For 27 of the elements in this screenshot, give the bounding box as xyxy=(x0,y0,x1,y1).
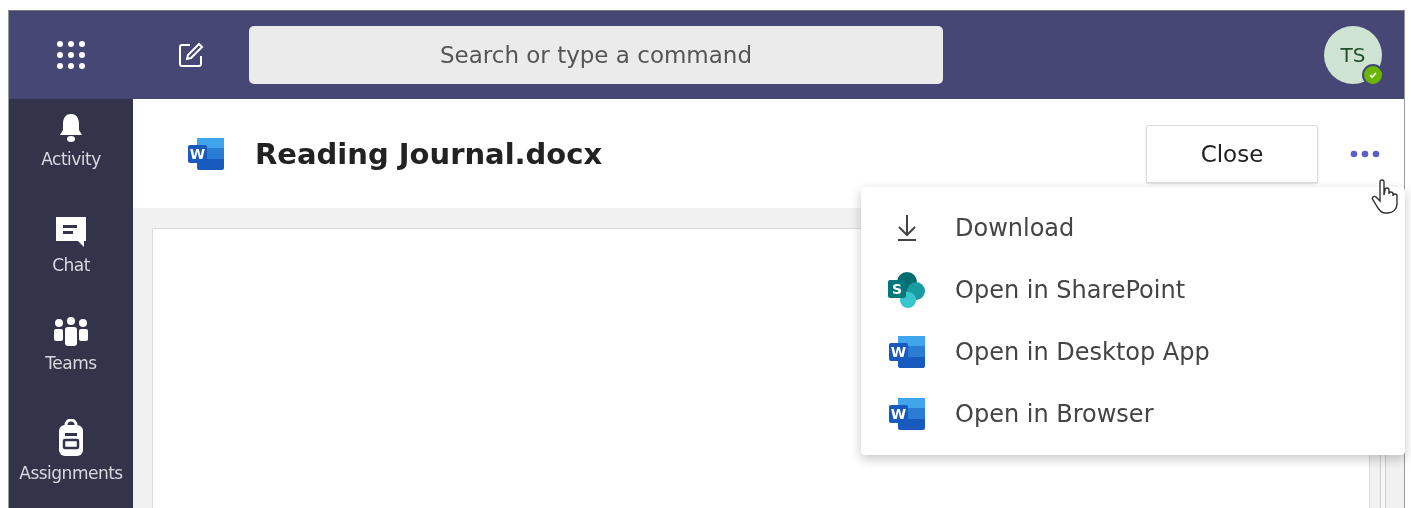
search-field[interactable]: Search or type a command xyxy=(249,26,943,84)
sidebar-label: Activity xyxy=(41,149,101,169)
menu-item-label: Open in SharePoint xyxy=(955,276,1186,304)
close-button[interactable]: Close xyxy=(1146,124,1318,183)
menu-item-label: Open in Browser xyxy=(955,400,1154,428)
menu-item-label: Download xyxy=(955,214,1075,242)
sidebar-item[interactable]: Teams xyxy=(9,317,133,419)
sidebar-label: Assignments xyxy=(19,463,123,483)
sidebar-item[interactable]: Assignments xyxy=(9,419,133,508)
user-avatar[interactable]: TS xyxy=(1324,26,1382,84)
menu-item[interactable]: W Open in Desktop App xyxy=(861,321,1405,383)
bell-icon xyxy=(59,113,83,143)
app-grid-icon[interactable] xyxy=(56,40,86,70)
menu-item-label: Open in Desktop App xyxy=(955,338,1210,366)
sidebar-label: Chat xyxy=(52,255,90,275)
people-icon xyxy=(53,317,89,347)
backpack-icon xyxy=(56,419,86,457)
menu-item[interactable]: Download xyxy=(861,197,1405,259)
sidebar-item[interactable]: Chat xyxy=(9,215,133,317)
compose-icon[interactable] xyxy=(178,42,204,68)
chat-icon xyxy=(53,215,89,249)
menu-item[interactable]: S Open in SharePoint xyxy=(861,259,1405,321)
file-title: Reading Journal.docx xyxy=(255,136,604,171)
sidebar-item[interactable]: Activity xyxy=(9,113,133,215)
menu-item[interactable]: W Open in Browser xyxy=(861,383,1405,445)
sidebar-label: Teams xyxy=(45,353,97,373)
download-icon xyxy=(896,214,918,242)
